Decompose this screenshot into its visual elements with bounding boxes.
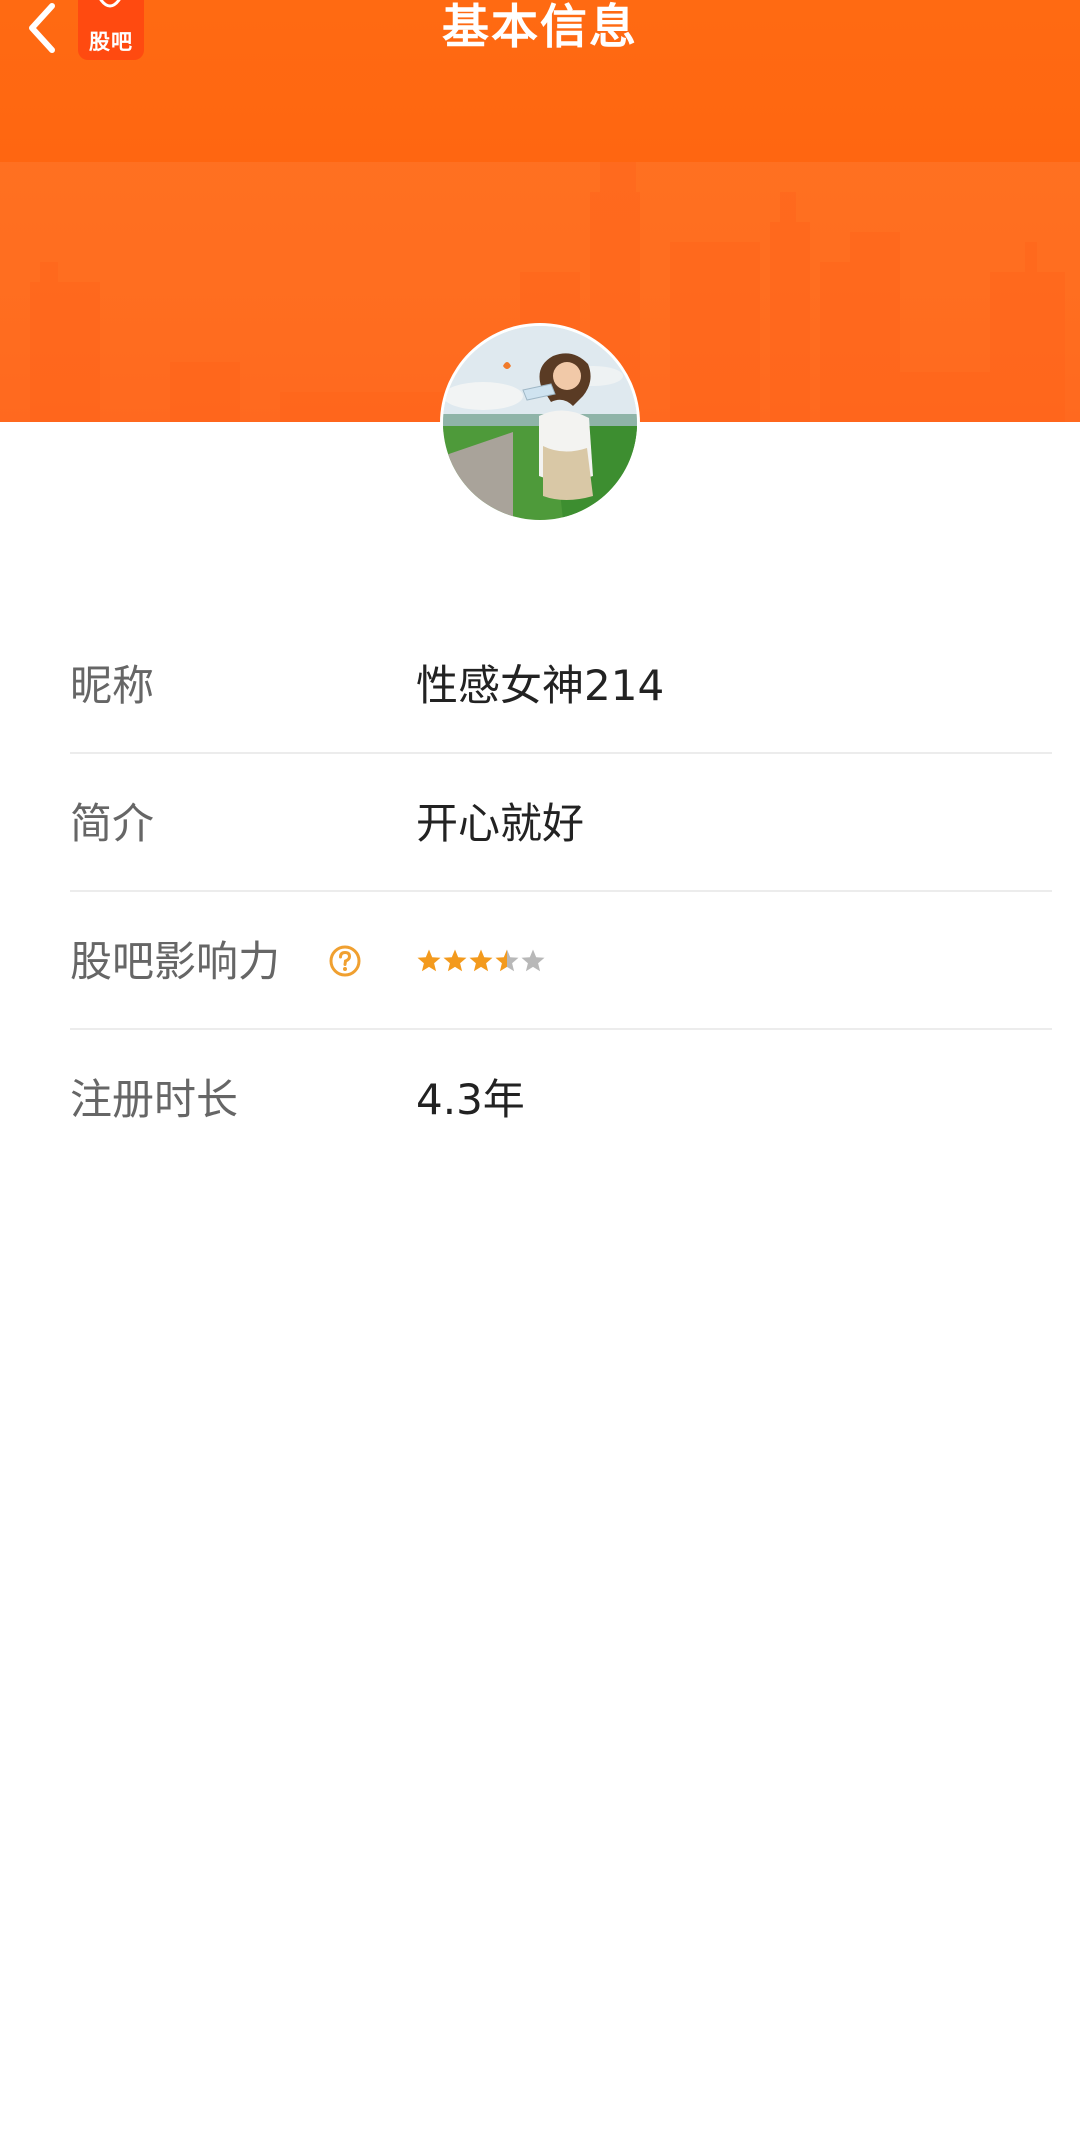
- avatar-illustration: [443, 326, 637, 520]
- info-row-bio: 简介 开心就好: [70, 754, 1052, 892]
- star-icon: [443, 949, 467, 972]
- page-title: 基本信息: [442, 0, 638, 55]
- info-row-nickname: 昵称 性感女神214: [70, 616, 1052, 754]
- star-icon: [417, 949, 441, 972]
- info-list: 昵称 性感女神214 简介 开心就好 股吧影响力 注册时长 4.3年: [70, 616, 1052, 1168]
- influence-label: 股吧影响力: [70, 937, 281, 986]
- registration-value: 4.3年: [416, 1075, 525, 1124]
- bio-value: 开心就好: [416, 799, 585, 848]
- nickname-label: 昵称: [70, 661, 155, 710]
- nickname-value: 性感女神214: [416, 661, 665, 710]
- question-circle-icon[interactable]: [328, 944, 362, 978]
- bio-label: 简介: [70, 799, 155, 848]
- star-icon: [495, 949, 519, 972]
- star-icon: [521, 949, 545, 972]
- info-row-registration: 注册时长 4.3年: [70, 1030, 1052, 1168]
- influence-star-rating: [416, 942, 546, 980]
- profile-basic-info-page: 股吧 基本信息 昵称 性感女神214 简介 开心就好 股吧影响力 注册时长 4.…: [0, 0, 1080, 2136]
- avatar[interactable]: [443, 326, 637, 520]
- info-row-influence: 股吧影响力: [70, 892, 1052, 1030]
- registration-label: 注册时长: [70, 1075, 239, 1124]
- star-icon: [469, 949, 493, 972]
